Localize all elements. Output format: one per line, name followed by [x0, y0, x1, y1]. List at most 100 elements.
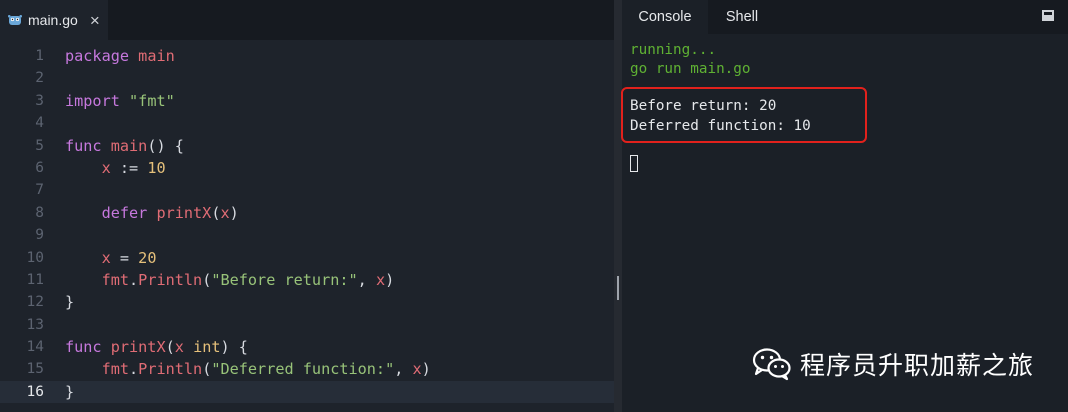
code-token: import: [65, 91, 120, 110]
code-line[interactable]: 16}: [0, 380, 614, 404]
code-token: printX: [156, 203, 212, 222]
code-line[interactable]: 13: [0, 314, 614, 336]
code-token: 20: [138, 248, 157, 267]
code-text: fmt.Println("Before return:", x): [65, 269, 395, 291]
code-line[interactable]: 1 package main: [0, 45, 614, 67]
line-number: 5: [35, 137, 44, 154]
code-line[interactable]: 2: [0, 67, 614, 89]
line-number: 7: [35, 182, 44, 199]
code-token: 10: [147, 158, 166, 177]
pane-splitter[interactable]: [614, 0, 622, 412]
line-number: 10: [26, 249, 44, 266]
tab-console[interactable]: Console: [622, 0, 708, 34]
code-line[interactable]: 6 x := 10: [0, 157, 614, 179]
code-token: fmt: [101, 360, 130, 379]
line-number: 15: [26, 361, 44, 378]
code-line[interactable]: 8 defer printX(x): [0, 202, 614, 224]
code-token: main: [110, 136, 148, 155]
watermark-text: 程序员升职加薪之旅: [800, 351, 1035, 380]
code-token: }: [65, 382, 75, 401]
line-number: 13: [26, 316, 44, 333]
line-number: 3: [35, 92, 44, 109]
code-token: ,: [394, 360, 413, 379]
line-number: 1: [35, 48, 44, 64]
gopher-file-icon: [8, 13, 22, 27]
line-number: 2: [35, 70, 44, 87]
line-number: 12: [26, 294, 44, 311]
code-token: "Before return:": [211, 270, 358, 289]
line-number: 14: [26, 339, 44, 356]
code-text: x = 20: [65, 247, 157, 269]
code-token: :=: [110, 158, 148, 177]
code-token: ): [385, 270, 395, 289]
tab-shell[interactable]: Shell: [708, 0, 776, 34]
line-number: 4: [35, 115, 44, 132]
close-icon[interactable]: ×: [90, 12, 100, 29]
console-status-line: go run main.go: [630, 61, 751, 77]
line-number: 6: [35, 159, 44, 176]
code-line[interactable]: 15 fmt.Println("Deferred function:", x): [0, 358, 614, 380]
code-area[interactable]: 1 package main 2 3 import "fmt" 4 5 func main()…: [0, 45, 614, 404]
terminal-cursor[interactable]: [630, 155, 638, 172]
code-token: ): [229, 203, 239, 222]
code-token: int: [193, 338, 221, 357]
code-token: printX: [110, 338, 166, 357]
code-token: defer: [101, 203, 148, 222]
code-line[interactable]: 3 import "fmt": [0, 90, 614, 112]
code-token: func: [65, 338, 102, 357]
code-line[interactable]: 14 func printX(x int) {: [0, 336, 614, 358]
code-token: (: [165, 338, 175, 357]
code-token: x: [101, 158, 111, 177]
code-token: package: [65, 47, 130, 65]
code-line[interactable]: 12}: [0, 291, 614, 313]
code-text: defer printX(x): [65, 202, 239, 224]
splitter-handle[interactable]: [617, 276, 619, 300]
watermark: 程序员升职加薪之旅: [752, 340, 1034, 388]
code-line[interactable]: 4: [0, 112, 614, 134]
code-token: fmt: [101, 270, 130, 289]
code-token: func: [65, 136, 102, 155]
console-tab-bar: Console Shell: [622, 0, 1068, 34]
maximize-icon[interactable]: [1042, 10, 1054, 21]
line-number: 16: [26, 383, 44, 400]
code-line[interactable]: 7: [0, 179, 614, 201]
code-line[interactable]: 11 fmt.Println("Before return:", x): [0, 269, 614, 291]
code-token: x: [174, 338, 184, 357]
tab-filename: main.go: [28, 12, 78, 28]
code-token: ) {: [220, 338, 248, 357]
code-token: main: [138, 47, 175, 65]
code-line[interactable]: 5 func main() {: [0, 135, 614, 157]
code-token: x: [412, 360, 422, 379]
code-token: x: [375, 270, 386, 289]
code-text: import "fmt": [65, 90, 175, 112]
code-token: x: [101, 248, 111, 267]
output-highlight-box: [621, 87, 867, 143]
tab-main-go[interactable]: main.go ×: [0, 0, 108, 40]
code-text: }: [65, 381, 74, 403]
code-token: (: [202, 270, 212, 289]
code-line[interactable]: 10 x = 20: [0, 247, 614, 269]
code-text: x := 10: [65, 157, 166, 179]
code-token: ): [421, 360, 431, 379]
code-token: Println: [138, 360, 203, 379]
code-text: func printX(x int) {: [65, 336, 248, 358]
code-editor[interactable]: main.go × 1 package main 2 3 import "fmt" 4 5 f…: [0, 0, 614, 412]
line-number: 8: [35, 204, 44, 221]
code-line[interactable]: 9: [0, 224, 614, 246]
code-text: func main() {: [65, 135, 184, 157]
code-token: .: [129, 360, 139, 379]
code-text: fmt.Println("Deferred function:", x): [65, 358, 431, 380]
code-token: }: [65, 293, 75, 312]
code-text: package main: [65, 45, 175, 67]
code-token: "Deferred function:": [211, 360, 395, 379]
console-status-line: running...: [630, 42, 717, 58]
code-token: Println: [138, 270, 203, 289]
